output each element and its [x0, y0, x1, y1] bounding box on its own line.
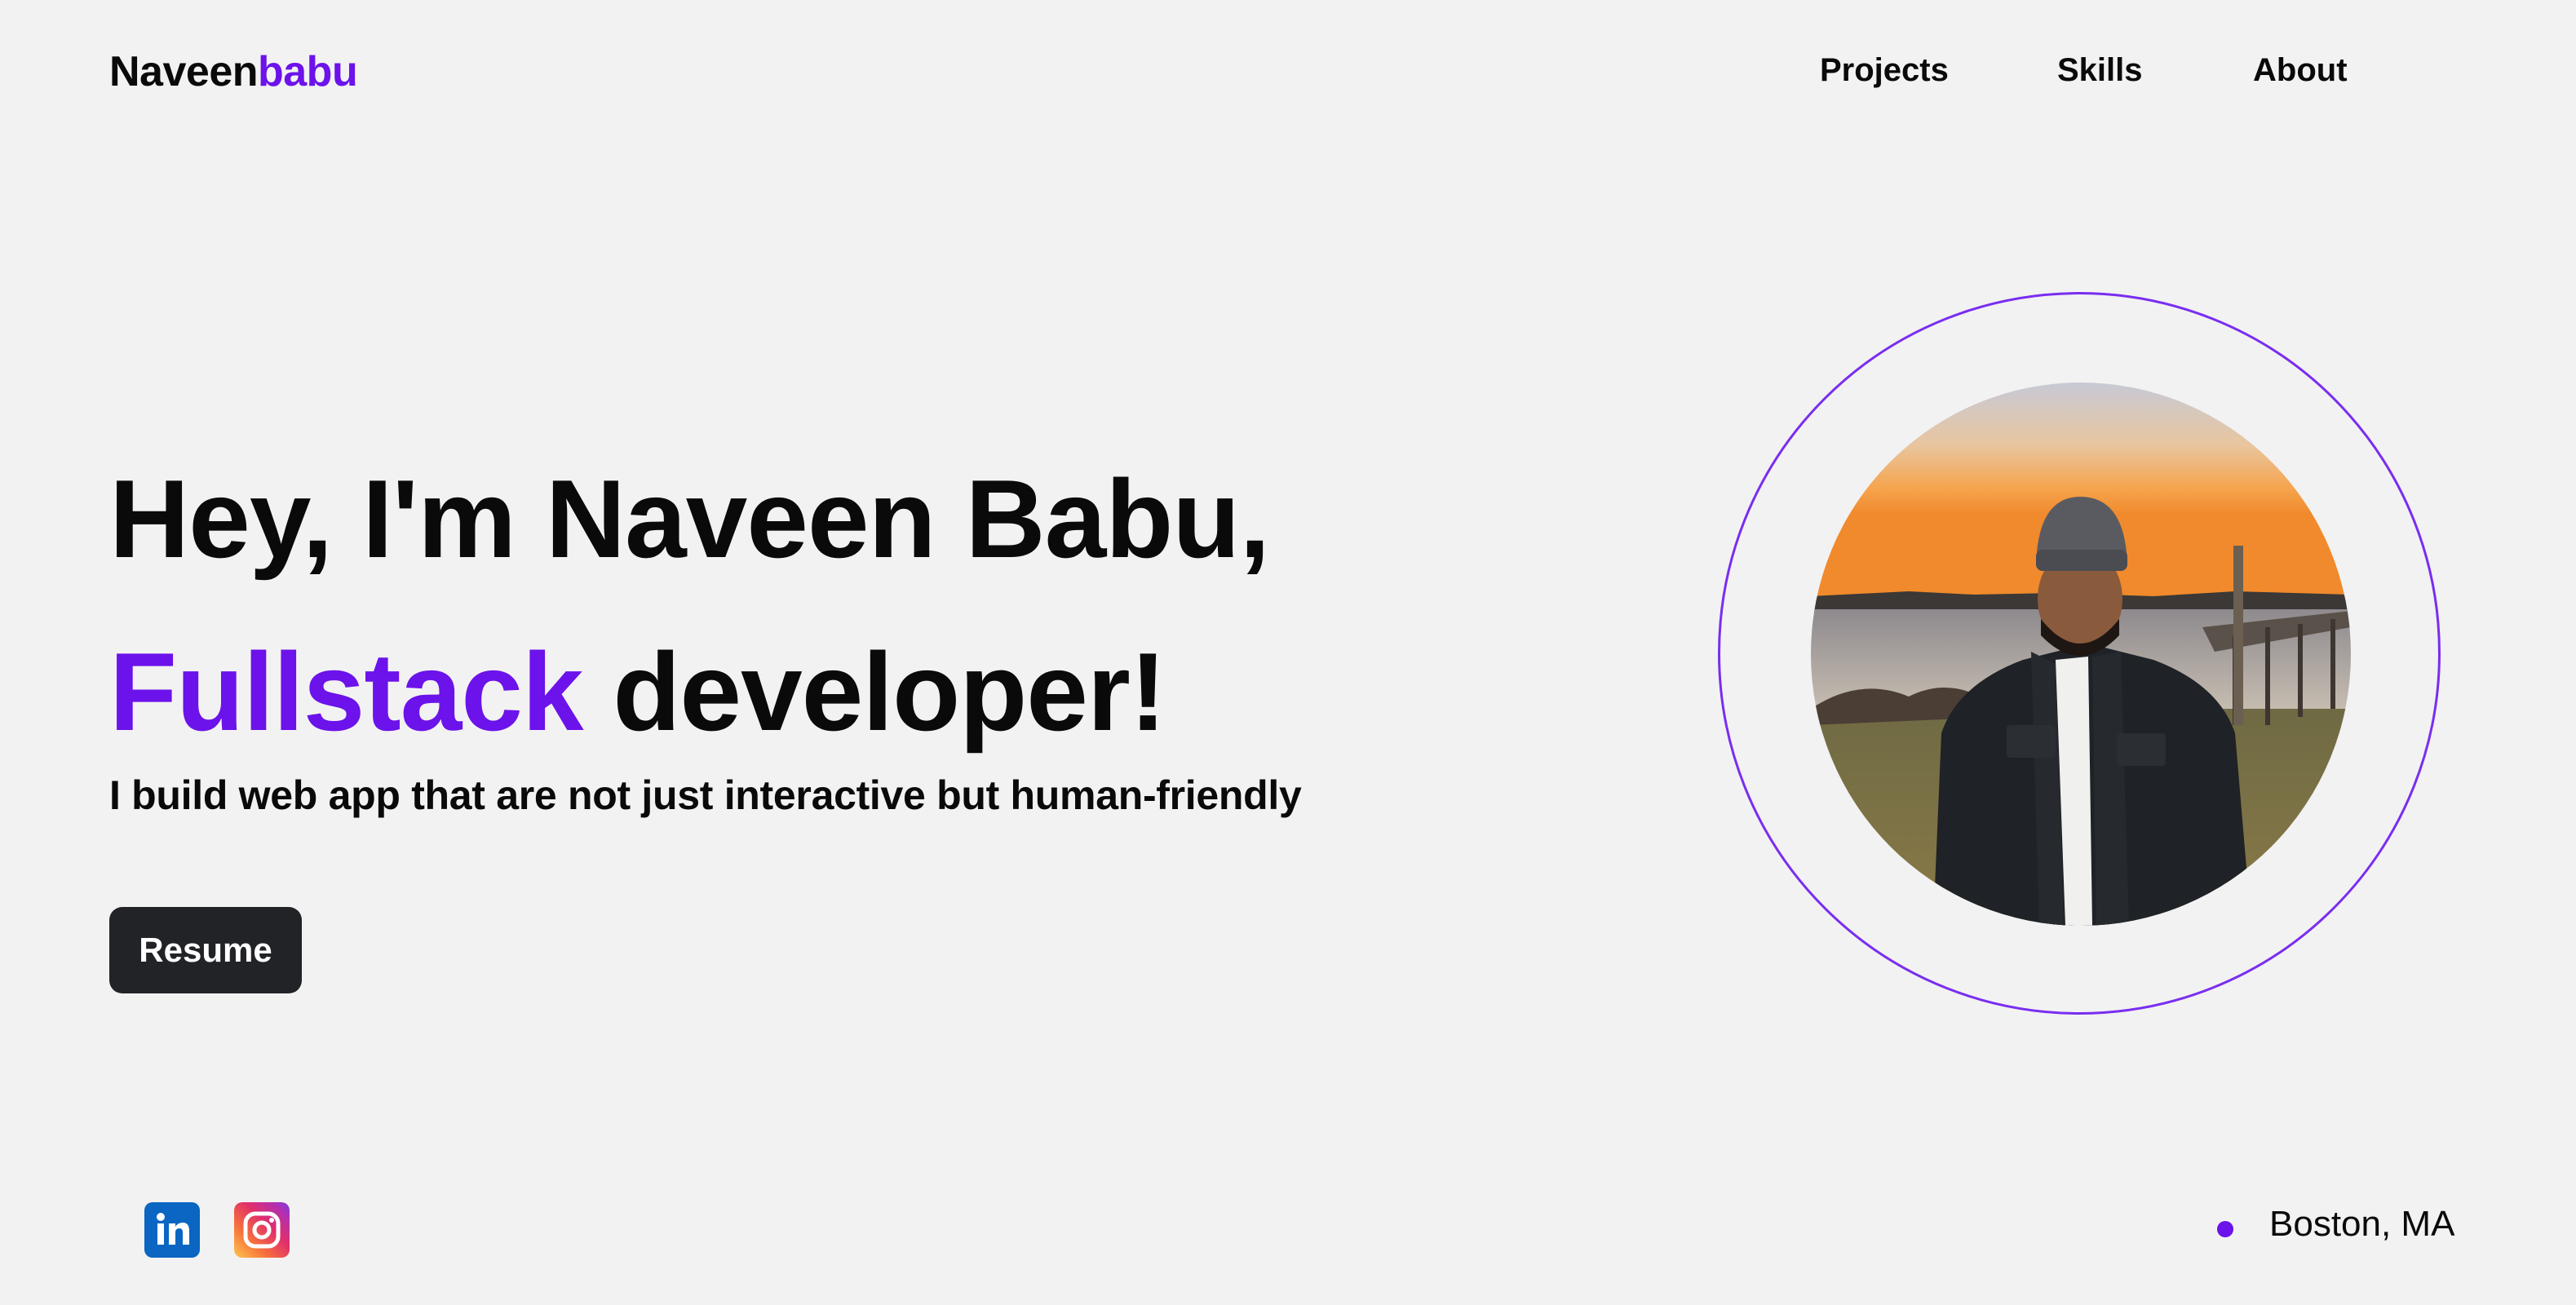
logo-second: babu	[258, 48, 358, 95]
nav-projects[interactable]: Projects	[1820, 52, 1949, 89]
location-text: Boston, MA	[2269, 1204, 2455, 1244]
site-logo[interactable]: Naveenbabu	[109, 47, 358, 96]
logo-first: Naveen	[109, 48, 259, 95]
nav-about[interactable]: About	[2253, 52, 2348, 89]
nav-skills[interactable]: Skills	[2057, 52, 2143, 89]
location-dot-icon	[2217, 1221, 2233, 1237]
avatar-photo	[1811, 383, 2351, 926]
hero-tagline: I build web app that are not just intera…	[109, 772, 1302, 818]
instagram-icon[interactable]	[234, 1202, 290, 1258]
hero-title: Hey, I'm Naveen Babu, Fullstack develope…	[109, 432, 1270, 778]
hero-role-rest: developer!	[582, 630, 1166, 754]
resume-button[interactable]: Resume	[109, 907, 302, 993]
hero-role-accent: Fullstack	[109, 630, 584, 754]
linkedin-icon[interactable]	[144, 1202, 200, 1258]
hero-greeting: Hey, I'm Naveen Babu,	[109, 457, 1270, 581]
